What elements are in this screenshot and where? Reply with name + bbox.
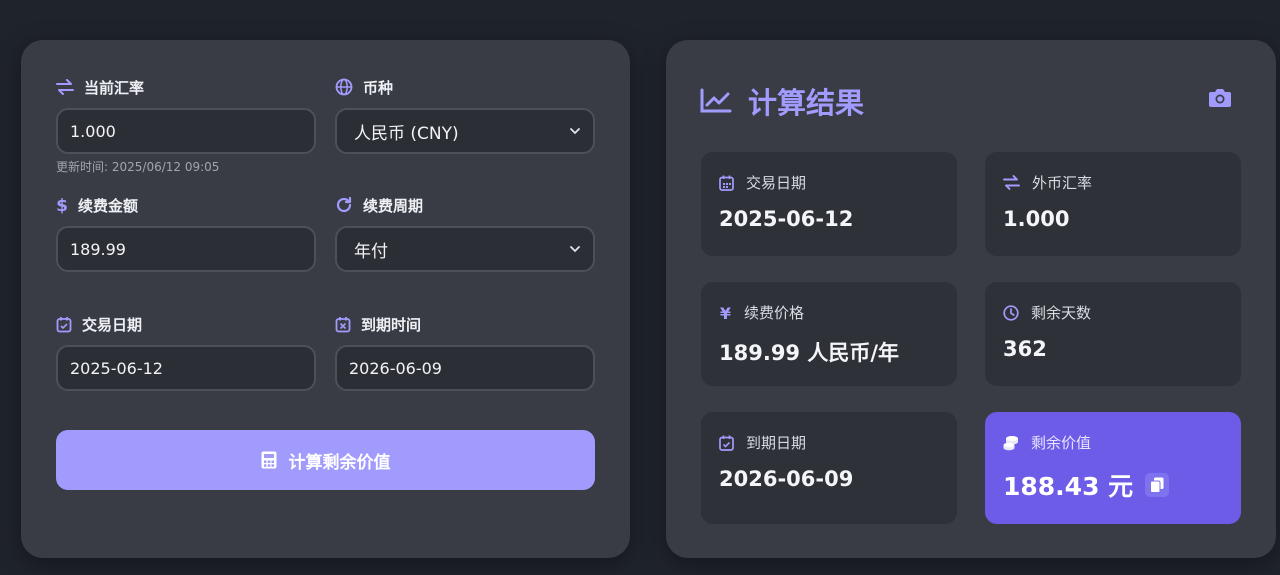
period-field: 续费周期 年付 — [335, 194, 595, 272]
amount-label: 续费金额 — [78, 196, 139, 215]
trade-date-label: 交易日期 — [82, 315, 143, 334]
currency-label: 币种 — [363, 78, 394, 97]
result-value: 1.000 — [1003, 207, 1070, 231]
calendar-check-icon — [56, 316, 72, 332]
expiry-date-field: 到期时间 — [335, 313, 595, 391]
screenshot-button[interactable] — [1208, 87, 1232, 112]
rate-field: 当前汇率 更新时间: 2025/06/12 09:05 — [56, 76, 316, 175]
clock-icon — [1003, 304, 1019, 321]
yen-icon: ¥ — [720, 305, 731, 321]
expiry-date-input[interactable] — [349, 358, 581, 378]
result-label: 剩余价值 — [1031, 434, 1092, 452]
calendar-check-icon — [719, 435, 734, 451]
result-value: 189.99 人民币/年 — [719, 341, 900, 365]
rate-input[interactable] — [70, 121, 302, 141]
calculate-button-label: 计算剩余价值 — [288, 452, 391, 473]
result-value: 362 — [1003, 337, 1047, 361]
chart-line-icon — [700, 88, 732, 113]
calendar-x-icon — [335, 316, 351, 332]
calculate-button[interactable]: 计算剩余价值 — [56, 430, 595, 490]
result-value: 2026-06-09 — [719, 467, 854, 491]
rate-input-box[interactable] — [56, 108, 316, 154]
globe-icon — [335, 78, 353, 96]
rate-update-time: 更新时间: 2025/06/12 09:05 — [56, 160, 220, 174]
currency-field: 币种 人民币 (CNY) — [335, 76, 595, 154]
result-card-exchange-rate: 外币汇率 1.000 — [985, 152, 1241, 256]
expiry-date-label: 到期时间 — [361, 315, 422, 334]
redo-icon — [336, 196, 352, 213]
trade-date-input-box[interactable] — [56, 345, 316, 391]
result-card-remaining-value: 剩余价值 188.43 元 — [985, 412, 1241, 524]
period-selected-value: 年付 — [354, 241, 388, 262]
copy-icon — [1150, 477, 1164, 493]
amount-input-box[interactable] — [56, 226, 316, 272]
result-label: 剩余天数 — [1031, 304, 1092, 322]
expiry-date-input-box[interactable] — [335, 345, 595, 391]
result-value: 2025-06-12 — [719, 207, 854, 231]
result-value: 188.43 元 — [1003, 472, 1134, 501]
result-label: 交易日期 — [746, 174, 807, 192]
amount-field: $ 续费金额 — [56, 194, 316, 272]
rate-label: 当前汇率 — [84, 78, 145, 97]
chevron-down-icon — [570, 128, 580, 135]
dollar-icon: $ — [56, 196, 68, 214]
results-header: 计算结果 — [700, 80, 864, 122]
svg-text:$: $ — [56, 196, 68, 214]
currency-select[interactable]: 人民币 (CNY) — [335, 108, 595, 154]
result-card-expiry-date: 到期日期 2026-06-09 — [701, 412, 957, 524]
coins-icon — [1003, 435, 1018, 450]
svg-text:¥: ¥ — [720, 305, 731, 321]
calculator-form-panel: 当前汇率 更新时间: 2025/06/12 09:05 币种 人民币 (CNY)… — [21, 40, 630, 558]
results-title: 计算结果 — [748, 86, 865, 120]
result-label: 续费价格 — [744, 304, 805, 322]
period-select[interactable]: 年付 — [335, 226, 595, 272]
results-panel: 计算结果 交易日期 2025-06-12 外币汇率 1.000 ¥ 续费价格 1… — [666, 40, 1276, 558]
period-label: 续费周期 — [363, 196, 424, 215]
result-card-remaining-days: 剩余天数 362 — [985, 282, 1241, 386]
result-label: 外币汇率 — [1032, 174, 1093, 192]
result-card-renewal-price: ¥ 续费价格 189.99 人民币/年 — [701, 282, 957, 386]
result-label: 到期日期 — [746, 434, 807, 452]
chevron-down-icon — [570, 246, 580, 253]
result-card-trade-date: 交易日期 2025-06-12 — [701, 152, 957, 256]
exchange-icon — [1003, 175, 1020, 190]
calculator-icon — [261, 451, 276, 469]
currency-selected-value: 人民币 (CNY) — [354, 123, 459, 144]
camera-icon — [1209, 89, 1231, 107]
exchange-icon — [56, 79, 74, 95]
calendar-icon — [719, 175, 734, 191]
trade-date-field: 交易日期 — [56, 313, 316, 391]
amount-input[interactable] — [70, 239, 302, 259]
copy-value-button[interactable] — [1145, 473, 1170, 497]
trade-date-input[interactable] — [70, 358, 302, 378]
